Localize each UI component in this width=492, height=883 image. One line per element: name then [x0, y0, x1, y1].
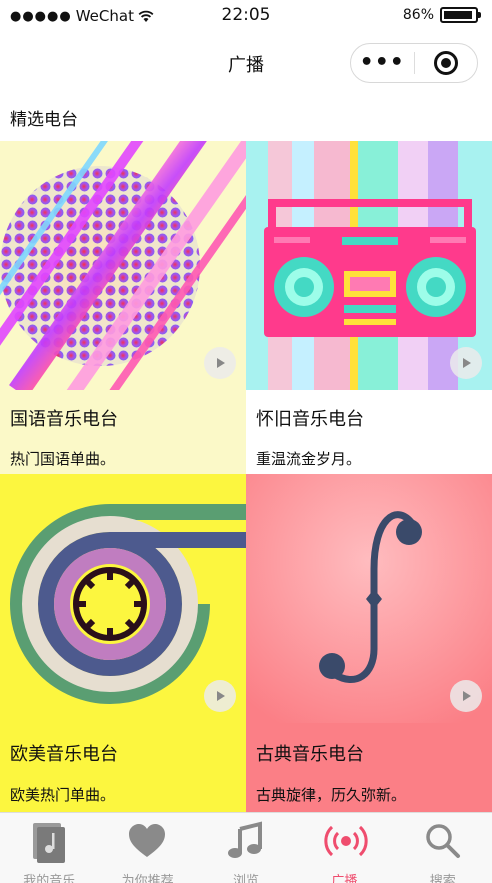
station-desc: 古典旋律，历久弥新。: [256, 786, 407, 804]
section-title: 精选电台: [10, 110, 78, 130]
station-card-classical[interactable]: 古典音乐电台 古典旋律，历久弥新。: [246, 474, 492, 812]
mini-program-capsule: •••: [350, 43, 478, 83]
heart-icon: [129, 824, 166, 857]
station-card-retro[interactable]: 怀旧音乐电台 重温流金岁月。: [246, 141, 492, 474]
tab-radio[interactable]: 广播: [295, 813, 393, 883]
tab-search[interactable]: 搜索: [394, 813, 492, 883]
station-desc: 重温流金岁月。: [256, 450, 362, 468]
station-desc: 热门国语单曲。: [10, 450, 116, 468]
station-title: 古典音乐电台: [256, 744, 364, 765]
station-desc: 欧美热门单曲。: [10, 786, 116, 804]
search-icon: [425, 824, 460, 858]
tab-my-music[interactable]: 我的音乐: [0, 813, 98, 883]
tab-label: 广播: [331, 874, 358, 883]
broadcast-icon: [324, 825, 368, 857]
music-note-icon: [227, 821, 262, 858]
play-icon[interactable]: [204, 347, 236, 379]
more-button[interactable]: •••: [351, 43, 414, 83]
tab-label: 浏览: [232, 874, 259, 883]
status-bar: ●●●●● WeChat 22:05 86%: [0, 0, 492, 34]
tab-label: 搜索: [429, 874, 456, 883]
close-button[interactable]: [415, 51, 478, 75]
station-title: 国语音乐电台: [10, 409, 118, 430]
play-icon[interactable]: [450, 347, 482, 379]
play-icon[interactable]: [450, 680, 482, 712]
play-icon[interactable]: [204, 680, 236, 712]
close-target-icon: [433, 51, 458, 75]
station-card-mandarin[interactable]: 国语音乐电台 热门国语单曲。: [0, 141, 246, 474]
battery-info: 86%: [402, 7, 481, 23]
battery-percent: 86%: [402, 7, 434, 23]
nav-bar: 广播 •••: [0, 34, 492, 94]
station-grid: 国语音乐电台 热门国语单曲。 怀旧音乐电台 重温流金岁月。 欧美音乐电台 欧美热…: [0, 141, 492, 812]
tab-for-you[interactable]: 为你推荐: [98, 813, 196, 883]
tab-label: 我的音乐: [23, 874, 76, 883]
battery-icon: [440, 7, 481, 23]
station-title: 怀旧音乐电台: [256, 409, 364, 430]
tab-browse[interactable]: 浏览: [197, 813, 295, 883]
station-card-western[interactable]: 欧美音乐电台 欧美热门单曲。: [0, 474, 246, 812]
tab-label: 为你推荐: [121, 874, 174, 883]
station-title: 欧美音乐电台: [10, 744, 118, 765]
album-icon: [33, 823, 65, 863]
tab-bar: 我的音乐 为你推荐 浏览 广播 搜索: [0, 812, 492, 883]
